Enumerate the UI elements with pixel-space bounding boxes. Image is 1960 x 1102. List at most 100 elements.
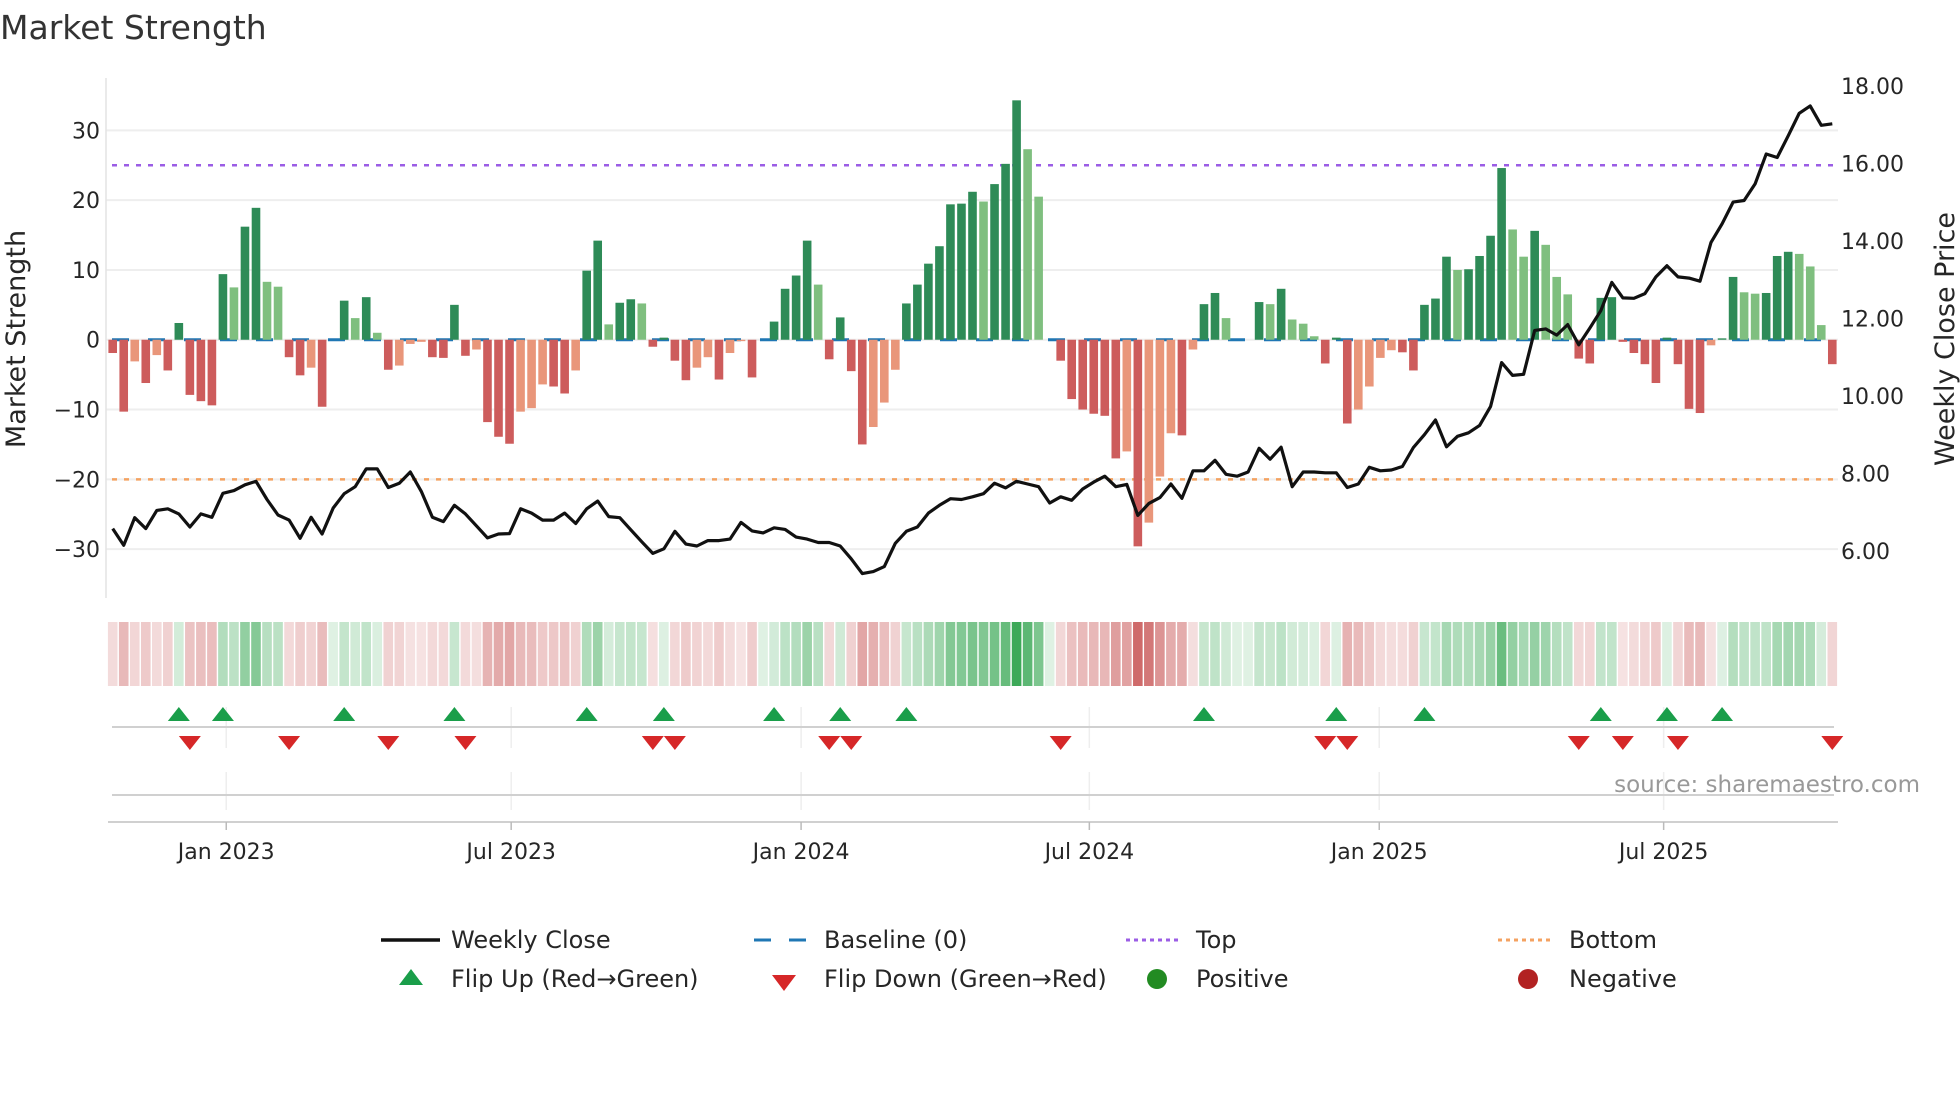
heat-cell bbox=[163, 622, 173, 686]
strength-bar bbox=[1519, 256, 1528, 340]
heat-cell bbox=[1827, 622, 1838, 686]
flip-down-marker bbox=[1821, 736, 1844, 750]
strength-bar bbox=[428, 339, 437, 358]
heat-cell bbox=[747, 622, 757, 686]
heat-cell bbox=[1011, 622, 1022, 686]
heat-cell bbox=[934, 622, 945, 686]
heat-cell bbox=[901, 622, 912, 686]
heat-cell bbox=[1232, 622, 1242, 686]
strength-bar bbox=[527, 339, 536, 409]
strength-bar bbox=[593, 240, 603, 340]
heat-cell bbox=[504, 622, 515, 686]
heat-cell bbox=[1618, 622, 1628, 686]
flip-up-marker bbox=[829, 707, 852, 721]
y-tick-label: 30 bbox=[72, 119, 100, 144]
y-tick-label: −10 bbox=[54, 399, 100, 424]
legend-flip-up: Flip Up (Red→Green) bbox=[451, 965, 699, 993]
heat-cell bbox=[1364, 622, 1375, 686]
strength-bar bbox=[1772, 255, 1782, 340]
strength-bar bbox=[868, 339, 878, 427]
strength-bar bbox=[1695, 339, 1705, 414]
heat-cell bbox=[1507, 622, 1518, 686]
heat-cell bbox=[526, 622, 537, 686]
strength-bar bbox=[1464, 269, 1473, 340]
flip-down-marker bbox=[1567, 736, 1590, 750]
strength-bar bbox=[1816, 325, 1826, 340]
legend-weekly-close: Weekly Close bbox=[451, 926, 611, 954]
strength-bar bbox=[1166, 339, 1176, 434]
heat-cell bbox=[262, 622, 272, 686]
flip-up-marker bbox=[1711, 707, 1734, 721]
strength-bar bbox=[637, 303, 647, 340]
strength-bar bbox=[1376, 339, 1385, 358]
heat-cell bbox=[1430, 622, 1441, 686]
heat-cell bbox=[1794, 622, 1805, 686]
heat-cell bbox=[912, 622, 923, 686]
heat-cell bbox=[1331, 622, 1342, 686]
flip-down-marker bbox=[1336, 736, 1359, 750]
strength-bar bbox=[560, 339, 569, 394]
heat-cell bbox=[659, 622, 669, 686]
heat-cell bbox=[1573, 622, 1584, 686]
y2-tick-label: 16.00 bbox=[1841, 152, 1904, 177]
strength-bar bbox=[1728, 276, 1738, 340]
heat-cell bbox=[1629, 622, 1639, 686]
y2-tick-label: 8.00 bbox=[1841, 463, 1890, 488]
strength-bar bbox=[648, 339, 658, 347]
strength-bar bbox=[108, 339, 117, 354]
strength-bar bbox=[229, 287, 239, 340]
heat-cell bbox=[1177, 622, 1187, 686]
flip-up-marker bbox=[763, 707, 786, 721]
strength-bar bbox=[714, 339, 724, 380]
heat-cell bbox=[1706, 622, 1716, 686]
strength-bar bbox=[1078, 339, 1088, 410]
heat-cell bbox=[570, 622, 581, 686]
strength-bar bbox=[1794, 253, 1804, 340]
heat-cell bbox=[1419, 622, 1430, 686]
strength-bar bbox=[935, 246, 944, 340]
heat-cell bbox=[1805, 622, 1816, 686]
chart-title: Market Strength bbox=[0, 8, 267, 47]
heat-cell bbox=[1816, 622, 1827, 686]
heat-cell bbox=[1221, 622, 1231, 686]
strength-bar bbox=[681, 339, 691, 381]
strength-bar bbox=[1442, 256, 1451, 340]
heat-cell bbox=[218, 622, 228, 686]
heat-cell bbox=[207, 622, 217, 686]
flip-up-marker bbox=[333, 707, 356, 721]
heat-cell bbox=[1088, 622, 1099, 686]
y2-tick-label: 6.00 bbox=[1841, 540, 1890, 565]
y2-tick-label: 14.00 bbox=[1841, 230, 1904, 255]
heat-cell bbox=[967, 622, 978, 686]
x-axis: Jan 2023 Jul 2023 Jan 2024 Jul 2024 Jan 2025… bbox=[108, 772, 1838, 865]
flip-down-marker bbox=[1611, 736, 1634, 750]
strength-bar bbox=[1684, 339, 1694, 409]
strength-bar bbox=[1177, 339, 1187, 436]
strength-bar bbox=[1089, 339, 1099, 414]
heat-cell bbox=[603, 622, 614, 686]
strength-bar bbox=[1541, 244, 1550, 340]
strength-bar bbox=[361, 297, 371, 340]
strength-bar bbox=[1287, 319, 1297, 340]
strength-bar bbox=[350, 318, 360, 340]
heat-cell bbox=[780, 622, 790, 686]
flip-down-marker bbox=[278, 736, 301, 750]
flip-up-marker bbox=[1655, 707, 1678, 721]
heat-cell bbox=[1452, 622, 1463, 686]
strength-bar bbox=[1254, 302, 1264, 340]
strength-bar bbox=[1629, 339, 1639, 354]
heat-cell bbox=[758, 622, 768, 686]
strength-bar bbox=[505, 339, 514, 444]
heat-cell bbox=[923, 622, 934, 686]
heat-cell bbox=[1342, 622, 1353, 686]
negative-dot-icon bbox=[1518, 969, 1538, 989]
strength-bar bbox=[1607, 297, 1617, 340]
strength-bar bbox=[703, 339, 713, 358]
heat-cell bbox=[824, 622, 834, 686]
heat-cell bbox=[1662, 622, 1672, 686]
heat-cell bbox=[890, 622, 901, 686]
y2-tick-label: 18.00 bbox=[1841, 75, 1904, 100]
heat-cell bbox=[427, 622, 438, 686]
heat-cell bbox=[989, 622, 1000, 686]
strength-bar bbox=[218, 274, 228, 340]
